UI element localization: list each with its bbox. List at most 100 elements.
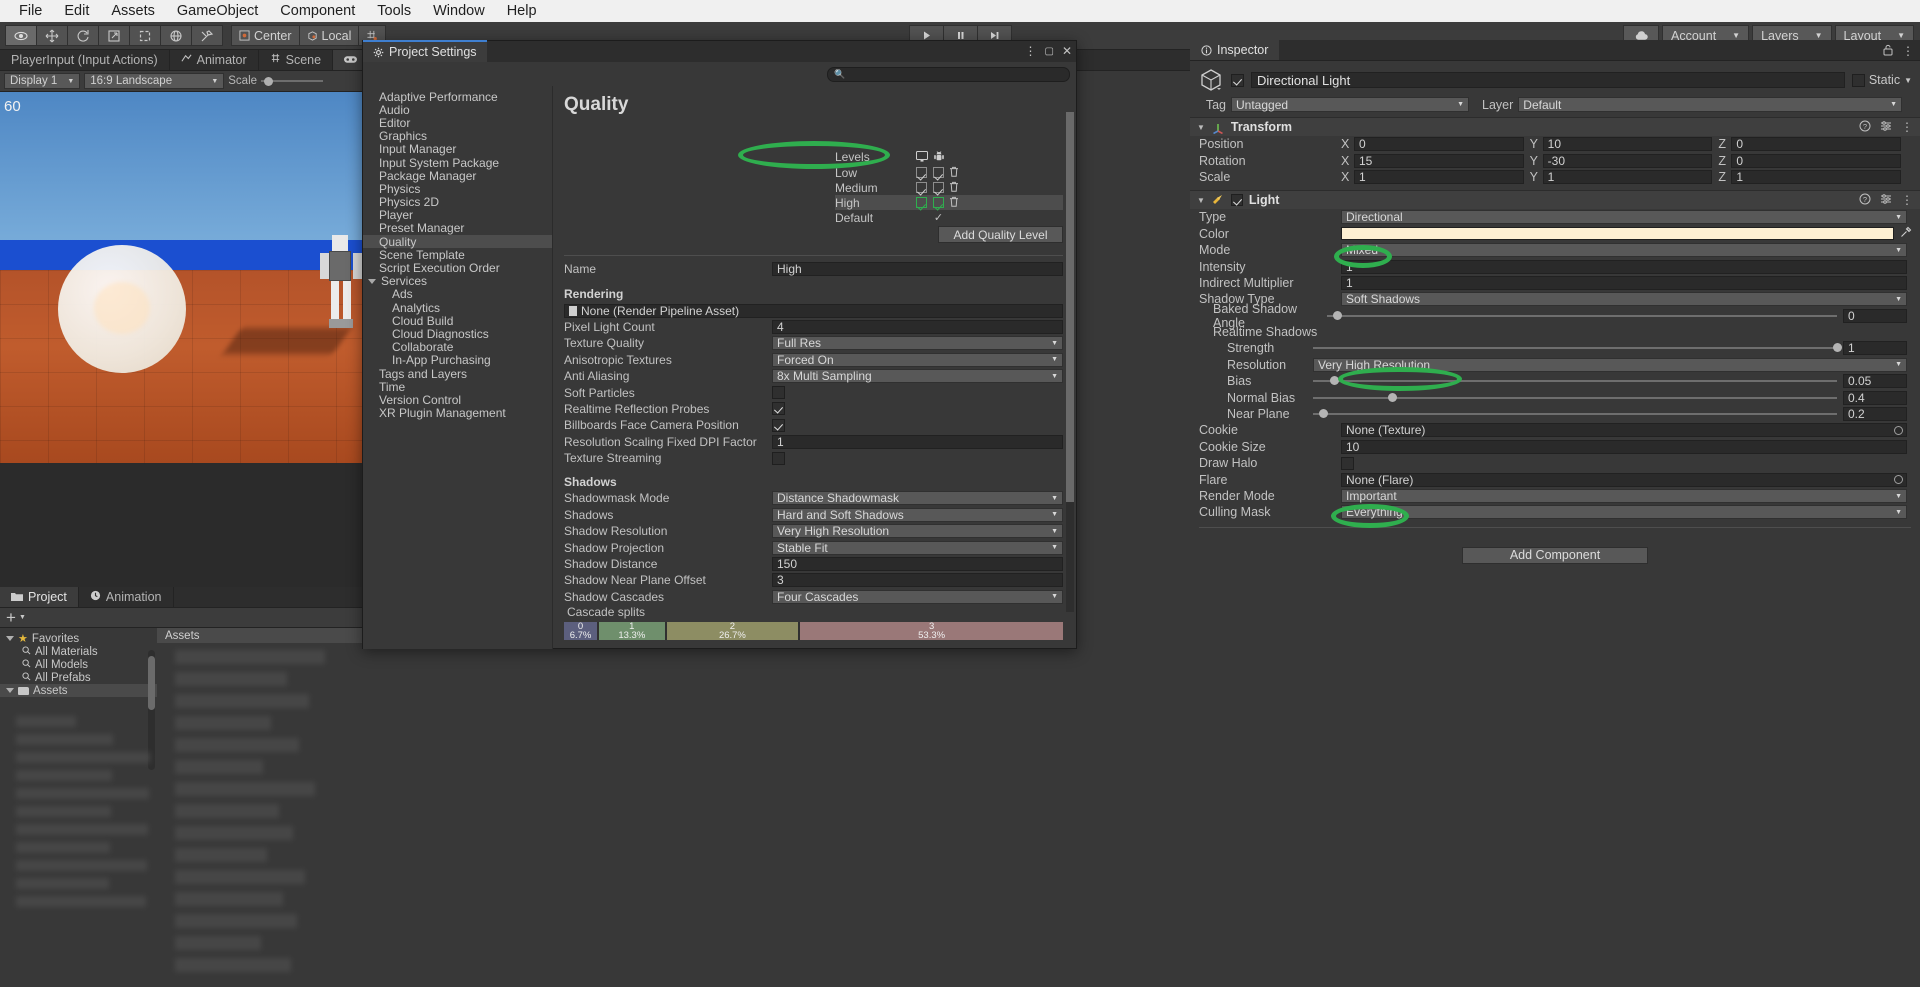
settings-scrollbar[interactable] [1066, 112, 1074, 612]
shadow-cascades-dropdown[interactable]: Four Cascades ▼ [772, 589, 1063, 604]
light-component-header[interactable]: ▼ Light ? ⋮ [1190, 190, 1920, 210]
eyedropper-icon[interactable] [1900, 226, 1912, 241]
menu-item-edit[interactable]: Edit [53, 2, 100, 20]
object-picker-icon[interactable] [1894, 475, 1903, 485]
tab-animation[interactable]: Animation [78, 587, 174, 607]
menu-item-help[interactable]: Help [496, 2, 548, 20]
cascade-splits-bar[interactable]: 0 6.7% 1 13.3% 2 26.7% 3 53.3% [564, 622, 1063, 640]
cascade-segment-1[interactable]: 1 13.3% [599, 622, 667, 640]
settings-category-tags-and-layers[interactable]: Tags and Layers [363, 367, 552, 381]
gameobject-name-input[interactable]: Directional Light [1251, 72, 1845, 88]
tab-inspector[interactable]: Inspector [1190, 40, 1280, 60]
settings-category-version-control[interactable]: Version Control [363, 393, 552, 407]
transform-tool-button[interactable] [160, 25, 192, 46]
preset-icon[interactable] [1880, 120, 1892, 135]
position-z-input[interactable]: 0 [1731, 137, 1902, 152]
shadow-resolution-dropdown[interactable]: Very High Resolution ▼ [772, 524, 1063, 539]
help-icon[interactable]: ? [1859, 120, 1871, 135]
scale-slider-knob[interactable] [264, 76, 274, 86]
quality-level-row-default[interactable]: Default ✓ [835, 210, 1063, 225]
create-asset-button[interactable]: + [6, 609, 16, 626]
chevron-down-icon[interactable]: ▼ [1904, 76, 1912, 85]
settings-category-graphics[interactable]: Graphics [363, 129, 552, 143]
settings-category-input-system-package[interactable]: Input System Package [363, 156, 552, 170]
settings-category-collaborate[interactable]: Collaborate [363, 340, 552, 354]
normal-bias-value-input[interactable]: 0.4 [1843, 390, 1907, 405]
quality-level-android-checkbox[interactable] [930, 182, 947, 193]
bias-slider[interactable]: 0.05 [1313, 374, 1907, 389]
settings-category-scene-template[interactable]: Scene Template [363, 248, 552, 262]
rotation-z-input[interactable]: 0 [1731, 153, 1902, 168]
settings-category-cloud-diagnostics[interactable]: Cloud Diagnostics [363, 327, 552, 341]
settings-category-player[interactable]: Player [363, 208, 552, 222]
light-enabled-checkbox[interactable] [1230, 194, 1243, 207]
settings-category-quality[interactable]: Quality [363, 235, 552, 249]
quality-level-desktop-checkbox[interactable] [913, 182, 930, 193]
rotation-y-input[interactable]: -30 [1542, 153, 1713, 168]
project-tree-item-all-materials[interactable]: All Materials [0, 645, 157, 658]
game-render-view[interactable]: 60 [0, 92, 363, 463]
settings-category-cloud-build[interactable]: Cloud Build [363, 314, 552, 328]
slider-knob[interactable] [1319, 409, 1329, 419]
texture-streaming-checkbox[interactable] [772, 451, 785, 465]
scale-y-input[interactable]: 1 [1542, 169, 1713, 184]
chevron-down-icon[interactable]: ▼ [1197, 123, 1205, 132]
render-mode-dropdown[interactable]: Important ▼ [1341, 489, 1907, 503]
settings-category-editor[interactable]: Editor [363, 116, 552, 130]
lock-icon[interactable] [1883, 44, 1893, 59]
chevron-down-icon[interactable]: ▼ [1197, 196, 1205, 205]
move-tool-button[interactable] [36, 25, 68, 46]
add-quality-level-button[interactable]: Add Quality Level [938, 226, 1063, 243]
cascade-segment-3[interactable]: 3 53.3% [800, 622, 1063, 640]
normal-bias-slider[interactable]: 0.4 [1313, 390, 1907, 405]
tab-animator[interactable]: Animator [169, 50, 259, 70]
culling-mask-dropdown[interactable]: Everything ▼ [1341, 505, 1907, 520]
pivot-toggle-button[interactable]: Center [231, 25, 300, 46]
scale-x-input[interactable]: 1 [1354, 169, 1524, 184]
indirect-multiplier-input[interactable]: 1 [1341, 275, 1907, 290]
settings-category-audio[interactable]: Audio [363, 103, 552, 117]
realtime-reflection-probes-checkbox[interactable] [772, 402, 785, 416]
rotate-tool-button[interactable] [67, 25, 99, 46]
object-picker-icon[interactable] [1894, 425, 1903, 435]
texture-quality-dropdown[interactable]: Full Res ▼ [772, 336, 1063, 351]
delete-quality-level-icon[interactable] [947, 166, 960, 180]
shadowmask-mode-dropdown[interactable]: Distance Shadowmask ▼ [772, 491, 1063, 506]
strength-slider[interactable]: 1 [1313, 341, 1907, 356]
scale-slider[interactable] [261, 76, 324, 86]
aspect-dropdown[interactable]: 16:9 Landscape ▼ [84, 73, 225, 89]
shadow-type-dropdown[interactable]: Soft Shadows ▼ [1341, 292, 1907, 307]
kebab-icon[interactable]: ⋮ [1902, 44, 1914, 59]
quality-level-android-checkbox[interactable] [930, 197, 947, 208]
project-tree-item-assets[interactable]: Assets [0, 684, 157, 697]
light-color-swatch[interactable] [1341, 227, 1894, 241]
preset-icon[interactable] [1880, 193, 1892, 208]
cascade-segment-0[interactable]: 0 6.7% [564, 622, 600, 640]
settings-category-physics-2d[interactable]: Physics 2D [363, 195, 552, 209]
project-tree-item-all-models[interactable]: All Models [0, 658, 157, 671]
space-toggle-button[interactable]: Local [298, 25, 360, 46]
display-dropdown[interactable]: Display 1 ▼ [4, 73, 81, 89]
baked-shadow-angle-slider[interactable]: 0 [1327, 308, 1907, 323]
position-y-input[interactable]: 10 [1542, 137, 1713, 152]
anti-aliasing-dropdown[interactable]: 8x Multi Sampling ▼ [772, 369, 1063, 384]
transform-component-header[interactable]: ▼ Transform ? ⋮ [1190, 117, 1920, 136]
settings-category-analytics[interactable]: Analytics [363, 301, 552, 315]
strength-value-input[interactable]: 1 [1843, 341, 1907, 356]
chevron-down-icon[interactable] [6, 636, 14, 641]
custom-tool-button[interactable] [191, 25, 223, 46]
quality-name-input[interactable]: High [772, 262, 1063, 277]
slider-knob[interactable] [1329, 376, 1339, 386]
chevron-down-icon[interactable]: ▼ [19, 614, 26, 621]
layer-dropdown[interactable]: Default ▼ [1518, 97, 1902, 112]
shadows-dropdown[interactable]: Hard and Soft Shadows ▼ [772, 507, 1063, 522]
chevron-down-icon[interactable] [6, 688, 14, 693]
slider-knob[interactable] [1387, 392, 1397, 402]
cookie-object-field[interactable]: None (Texture) [1341, 423, 1907, 438]
menu-item-window[interactable]: Window [422, 2, 496, 20]
settings-category-script-execution-order[interactable]: Script Execution Order [363, 261, 552, 275]
draw-halo-checkbox[interactable] [1341, 456, 1354, 470]
soft-particles-checkbox[interactable] [772, 386, 785, 400]
tab-project[interactable]: Project [0, 587, 79, 607]
baked-shadow-angle-value-input[interactable]: 0 [1843, 308, 1907, 323]
